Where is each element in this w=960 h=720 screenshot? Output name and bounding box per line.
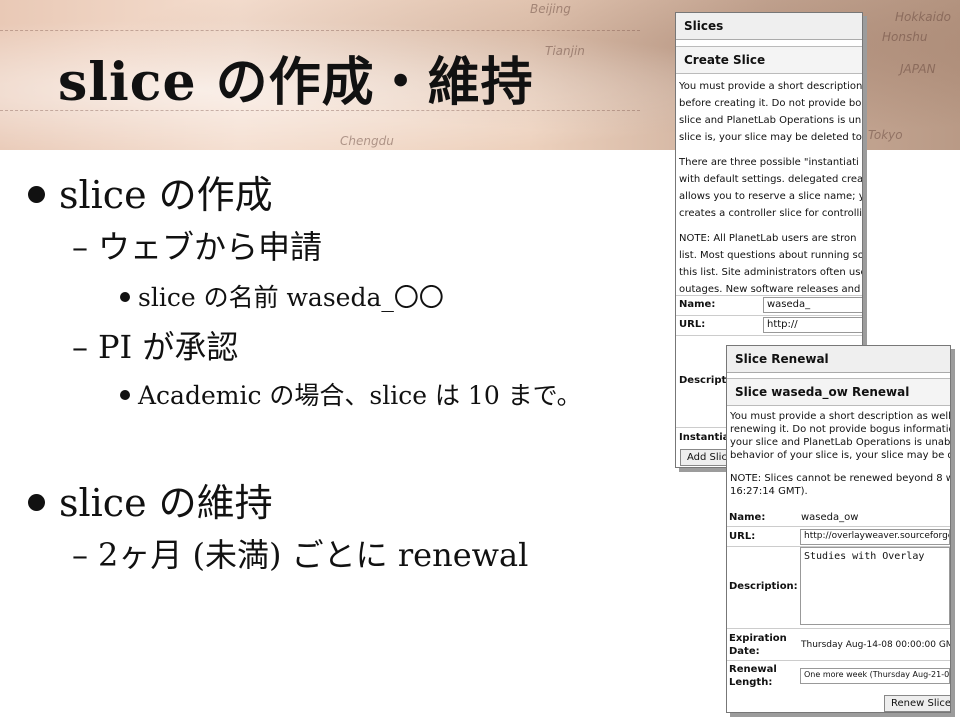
note-paragraph: NOTE: All PlanetLab users are stron list… <box>679 233 863 295</box>
bullet-web-apply: – ウェブから申請 <box>72 228 323 266</box>
instantiation-label: Instantia <box>679 432 730 443</box>
divider <box>676 315 862 316</box>
bullet-renewal: –2ヶ月 (未満) ごとに renewal <box>72 536 529 574</box>
description-label: Descript <box>679 375 727 386</box>
divider <box>676 335 862 336</box>
divider <box>727 660 950 661</box>
map-label: JAPAN <box>900 62 936 76</box>
map-label: Tokyo <box>868 128 903 142</box>
divider <box>727 628 950 629</box>
name-label: Name: <box>729 512 766 523</box>
renewal-intro-paragraph: You must provide a short description as … <box>730 411 951 461</box>
slide-title: slice の作成・維持 <box>58 52 534 113</box>
description-label: Description: <box>729 581 798 592</box>
url-label: URL: <box>679 319 706 330</box>
description-textarea[interactable]: Studies with Overlay <box>800 547 950 625</box>
panel-header: Slice Renewal <box>727 346 950 373</box>
divider <box>676 295 862 296</box>
url-input[interactable]: http://overlayweaver.sourceforge.ne <box>800 529 950 545</box>
panel-subheader: Create Slice <box>676 46 862 74</box>
expiration-value: Thursday Aug-14-08 00:00:00 GM <box>801 640 951 650</box>
renewal-length-label: Renewal <box>729 664 777 675</box>
url-input[interactable]: http:// <box>763 317 862 333</box>
intro-paragraph: You must provide a short description bef… <box>679 81 863 143</box>
map-gridline <box>0 30 640 31</box>
bullet-create: slice の作成 <box>28 164 273 219</box>
bullet-dot <box>120 291 130 302</box>
instantiation-paragraph: There are three possible "instantiati wi… <box>679 157 863 219</box>
map-label: Honshu <box>882 30 928 44</box>
renewal-length-select[interactable]: One more week (Thursday Aug-21-0 <box>800 668 950 684</box>
bullet-dot <box>120 389 130 400</box>
name-input[interactable]: waseda_ <box>763 297 862 313</box>
renewal-length-label-2: Length: <box>729 677 773 688</box>
expiration-label: Expiration <box>729 633 787 644</box>
bullet-academic-limit: Academic の場合、slice は 10 まで。 <box>120 376 582 412</box>
map-label: Beijing <box>530 2 571 16</box>
bullet-maintain: slice の維持 <box>28 472 273 527</box>
map-label: Tianjin <box>545 44 585 58</box>
renew-slice-button[interactable]: Renew Slice <box>884 695 950 712</box>
panel-subheader: Slice waseda_ow Renewal <box>727 378 950 406</box>
expiration-label-2: Date: <box>729 646 760 657</box>
renewal-note: NOTE: Slices cannot be renewed beyond 8 … <box>730 473 950 497</box>
url-label: URL: <box>729 531 756 542</box>
panel-header: Slices <box>676 13 862 40</box>
bullet-slice-name: slice の名前 waseda_〇〇 <box>120 278 444 314</box>
bullet-pi-approve: – PI が承認 <box>72 328 239 366</box>
bullet-dot <box>28 186 45 203</box>
divider <box>727 526 950 527</box>
name-label: Name: <box>679 299 716 310</box>
slice-renewal-panel: Slice Renewal Slice waseda_ow Renewal Yo… <box>726 345 951 713</box>
name-value: waseda_ow <box>801 512 859 523</box>
bullet-dot <box>28 494 45 511</box>
map-label: Hokkaido <box>895 10 951 24</box>
map-label: Chengdu <box>340 134 394 148</box>
